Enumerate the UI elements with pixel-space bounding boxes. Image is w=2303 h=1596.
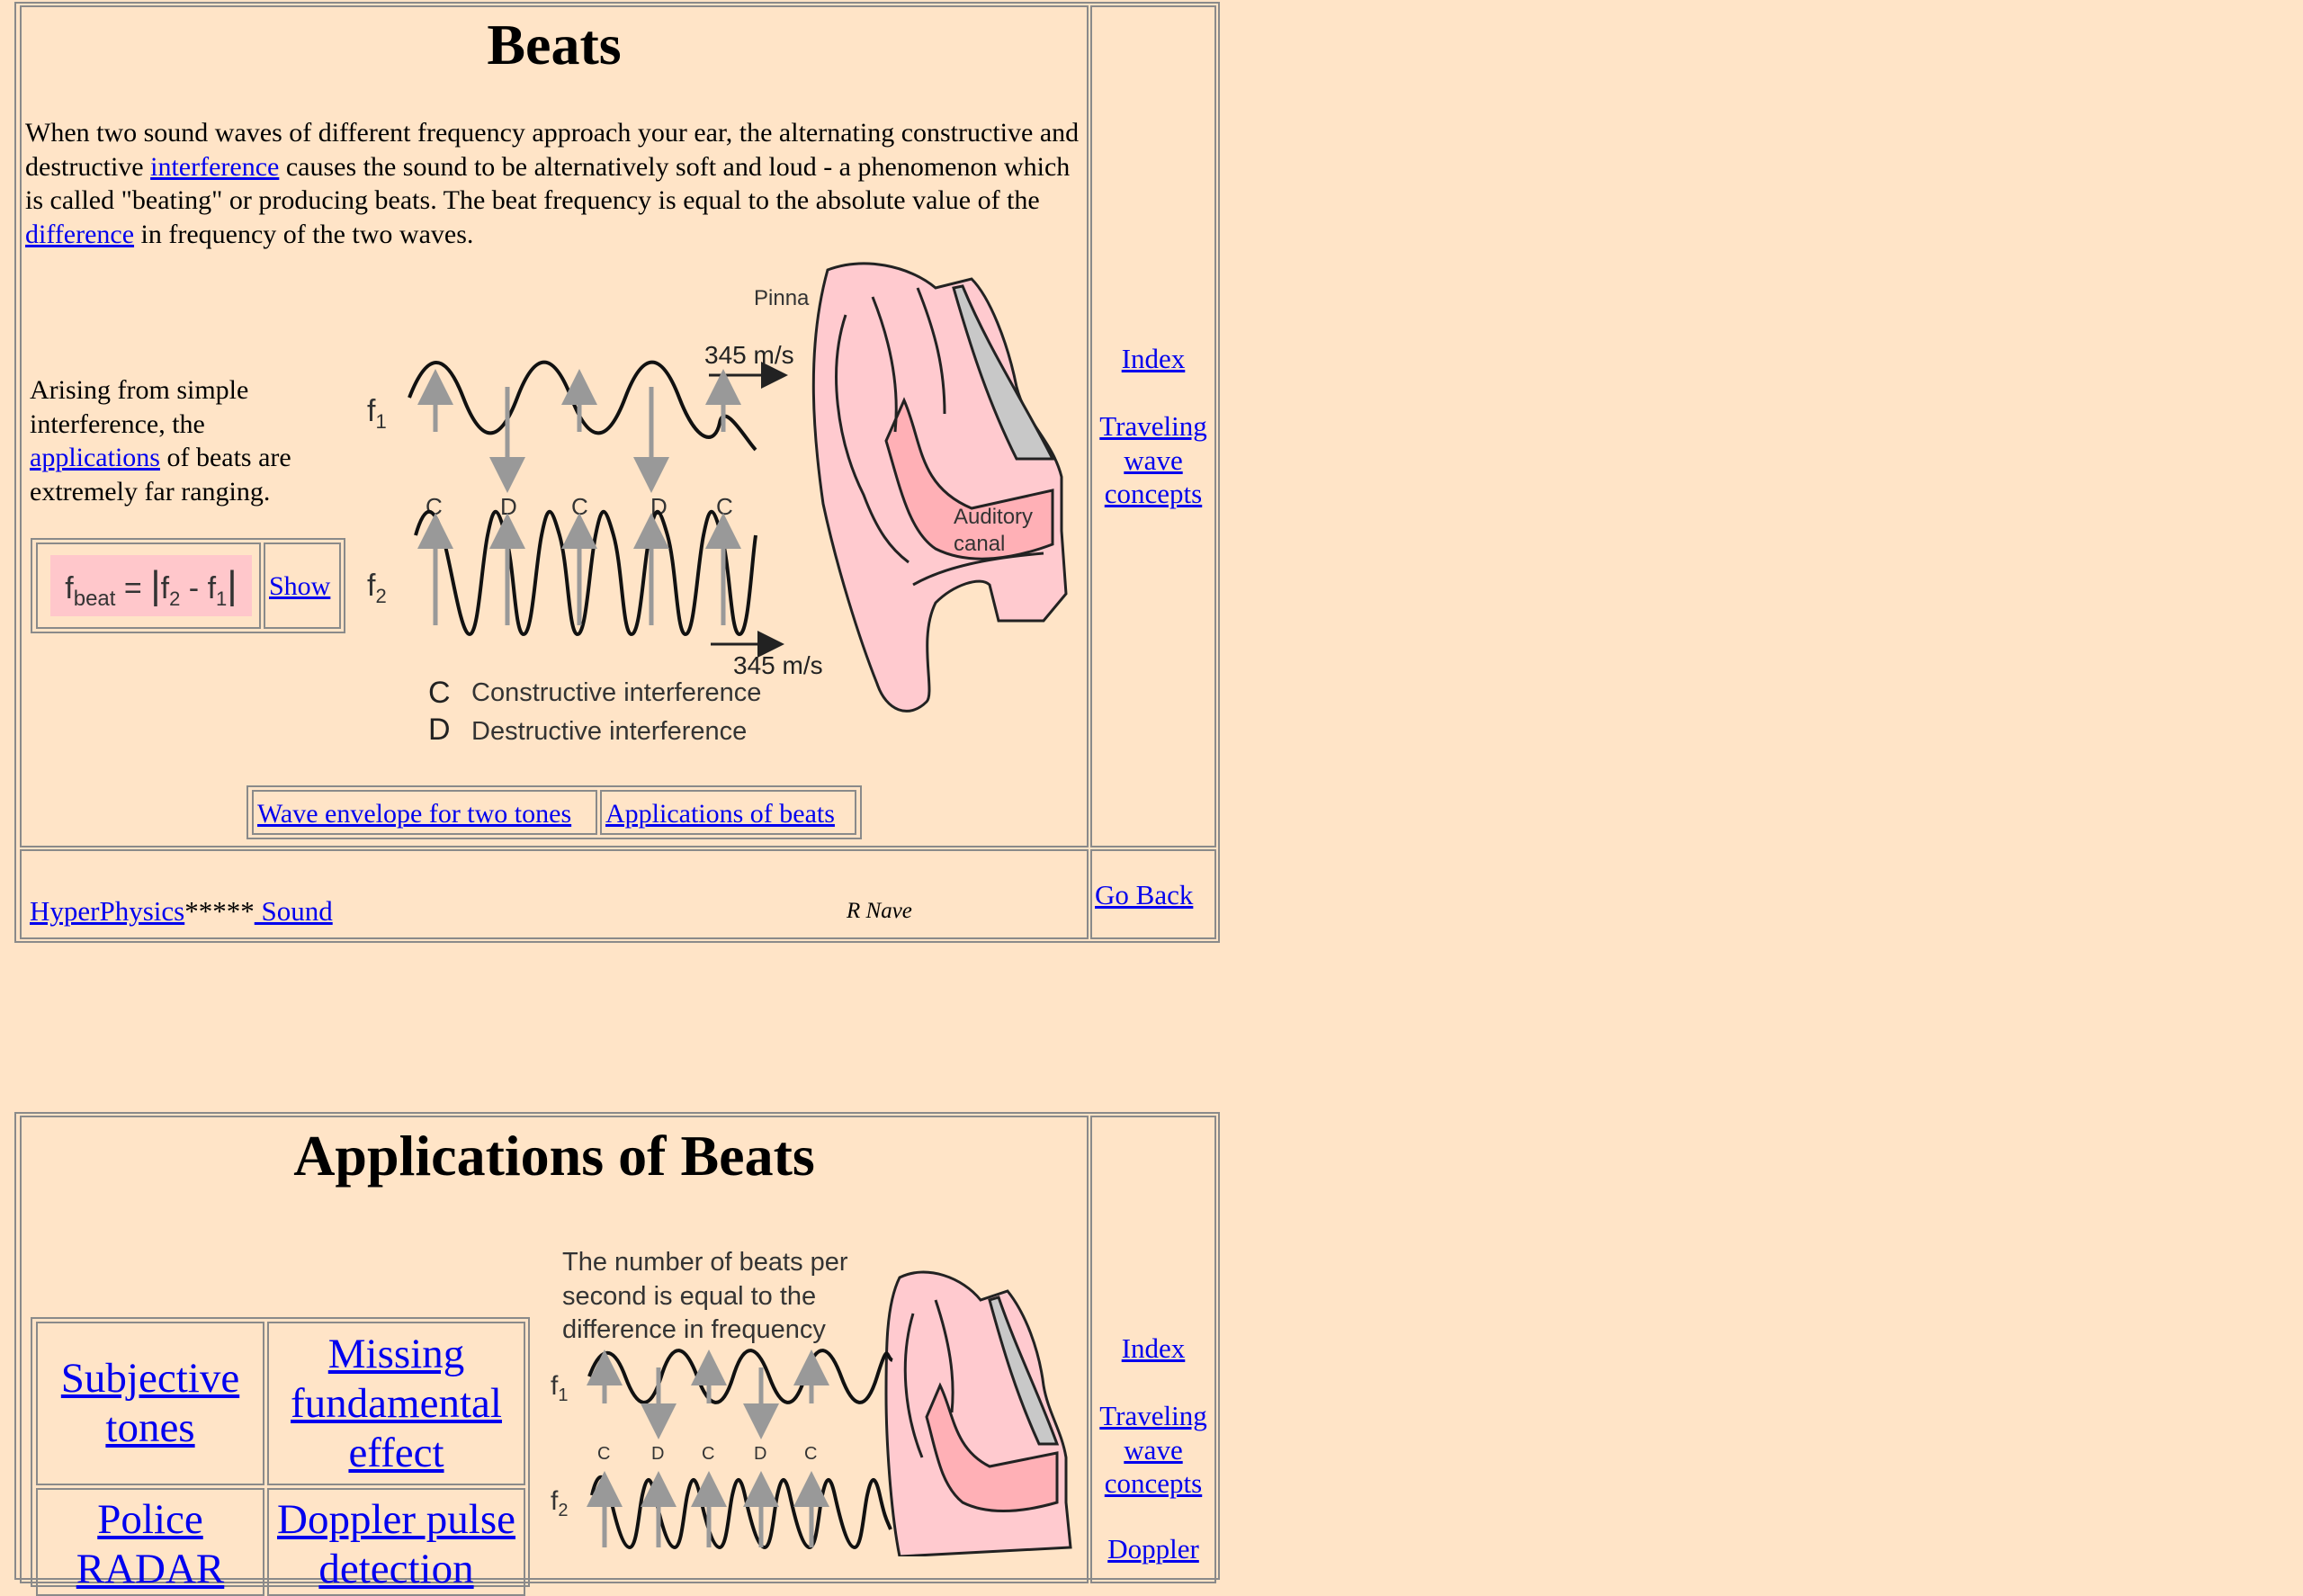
- legend-c-letter: C: [428, 676, 451, 710]
- formula-abs-left: |: [150, 563, 161, 607]
- formula-f2: f: [160, 571, 170, 605]
- cd-label-2: D: [500, 493, 517, 520]
- go-back-link[interactable]: Go Back: [1095, 878, 1193, 911]
- interference-link[interactable]: interference: [150, 152, 279, 182]
- formula-sub2: 2: [169, 587, 181, 610]
- applications-of-beats-link[interactable]: Applications of beats: [605, 797, 835, 830]
- formula-equals: =: [115, 571, 151, 605]
- app-cd-1: C: [597, 1444, 610, 1464]
- legend-destructive: Destructive interference: [471, 717, 747, 746]
- app-f2-label: f2: [551, 1486, 568, 1520]
- formula-beat-sub: beat: [73, 586, 116, 611]
- traveling-wave-link[interactable]: Traveling wave concepts: [1090, 409, 1216, 511]
- f2-label: f2: [367, 569, 387, 607]
- police-radar-link[interactable]: Police RADAR: [38, 1495, 263, 1594]
- applications-diagram: f1 C D C D C f2: [551, 1270, 1072, 1556]
- pinna-label: Pinna: [754, 286, 810, 310]
- f1-label: f1: [367, 394, 387, 433]
- app-f1-wave: [587, 1349, 894, 1404]
- subjective-tones-link[interactable]: Subjective tones: [38, 1354, 263, 1453]
- formula-f1: f: [207, 571, 217, 605]
- app-cd-4: D: [754, 1444, 766, 1464]
- formula-f: f: [65, 571, 74, 605]
- police-radar-cell: Police RADAR: [36, 1488, 264, 1596]
- applications-note: Arising from simple interference, the ap…: [30, 373, 336, 508]
- applications-title: Applications of Beats: [293, 1124, 815, 1188]
- formula-sub1: 1: [216, 587, 228, 610]
- page-title: Beats: [487, 13, 622, 76]
- legend-d-letter: D: [428, 713, 451, 747]
- index-link[interactable]: Index: [1090, 342, 1216, 376]
- speed-top-label: 345 m/s: [704, 341, 794, 369]
- app-cd-2: D: [651, 1444, 664, 1464]
- ear-illustration: [811, 262, 1068, 713]
- formula-minus: -: [180, 571, 208, 605]
- doppler-pulse-cell: Doppler pulse detection: [267, 1488, 525, 1596]
- missing-fundamental-link[interactable]: Missing fundamental effect: [269, 1330, 524, 1478]
- speed-bottom-label: 345 m/s: [733, 651, 823, 679]
- wave-envelope-link[interactable]: Wave envelope for two tones: [257, 797, 571, 830]
- author-credit: R Nave: [847, 899, 912, 923]
- cd-label-3: C: [571, 493, 588, 520]
- ear-illustration-small: [884, 1270, 1072, 1556]
- app-cd-3: C: [702, 1444, 714, 1464]
- f2-wave: [414, 509, 757, 637]
- difference-link[interactable]: difference: [25, 220, 134, 249]
- doppler-pulse-link[interactable]: Doppler pulse detection: [269, 1495, 524, 1594]
- footer-links: HyperPhysics***** Sound: [30, 894, 333, 928]
- beat-frequency-formula: fbeat = |f2 - f1|: [50, 555, 252, 616]
- applications-link[interactable]: applications: [30, 443, 160, 472]
- canal-label-1: Auditory: [954, 505, 1033, 529]
- cd-label-5: C: [716, 493, 733, 520]
- beats-intro-paragraph: When two sound waves of different freque…: [25, 116, 1082, 251]
- subjective-tones-cell: Subjective tones: [36, 1322, 264, 1485]
- app-index-link[interactable]: Index: [1090, 1331, 1216, 1366]
- show-link[interactable]: Show: [269, 569, 330, 603]
- formula-abs-right: |: [227, 563, 237, 607]
- app-cd-5: C: [804, 1444, 817, 1464]
- app-doppler-link[interactable]: Doppler: [1090, 1532, 1216, 1566]
- hyperphysics-link[interactable]: HyperPhysics: [30, 895, 184, 927]
- note-text-1: Arising from simple interference, the: [30, 375, 249, 439]
- sound-link[interactable]: Sound: [255, 895, 332, 927]
- interference-diagram: Pinna 345 m/s Auditory canal f1 C D C D …: [367, 262, 1068, 747]
- canal-label-2: canal: [954, 532, 1005, 556]
- app-f2-wave: [590, 1475, 892, 1550]
- f1-wave: [408, 360, 757, 452]
- app-f1-label: f1: [551, 1371, 568, 1405]
- legend-constructive: Constructive interference: [471, 678, 761, 707]
- missing-fundamental-cell: Missing fundamental effect: [267, 1322, 525, 1485]
- footer-stars: *****: [184, 895, 255, 927]
- intro-text-3: in frequency of the two waves.: [134, 219, 474, 249]
- app-traveling-wave-link[interactable]: Traveling wave concepts: [1090, 1399, 1216, 1501]
